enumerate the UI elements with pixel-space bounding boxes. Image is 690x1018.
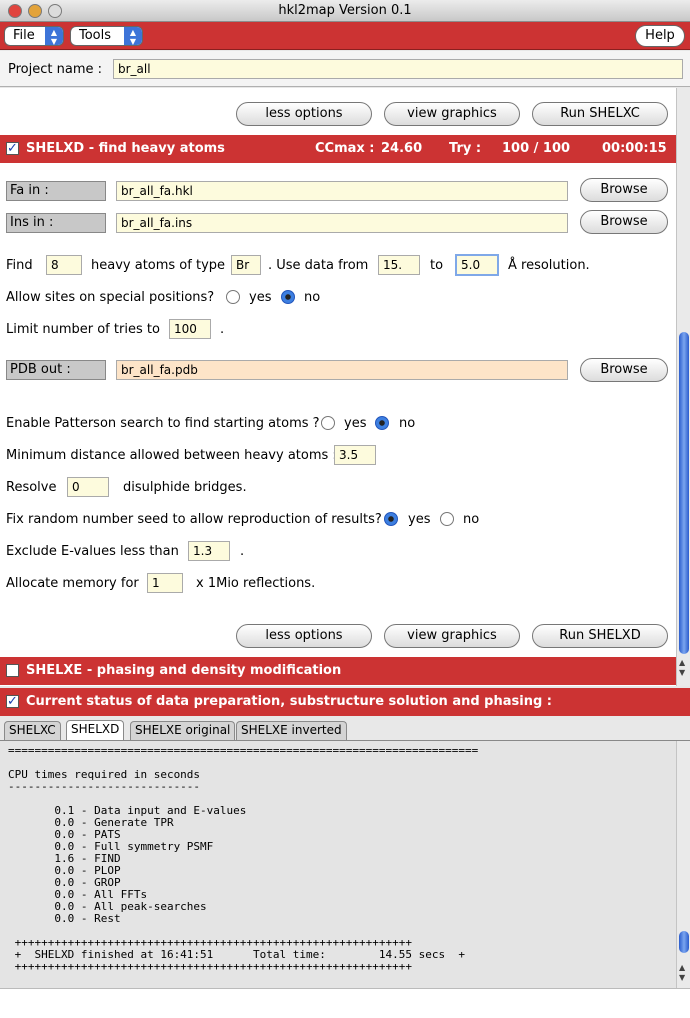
pdb-browse-button[interactable]: Browse <box>580 358 668 382</box>
main-scrollbar-thumb[interactable] <box>679 332 689 654</box>
scroll-arrows-icon[interactable]: ▲ ▼ <box>679 963 685 983</box>
special-positions-yes-radio[interactable] <box>226 290 240 304</box>
ins-in-label: Ins in : <box>6 213 106 233</box>
patterson-no-label: no <box>399 416 416 431</box>
seed-yes-label: yes <box>408 512 431 527</box>
close-window-icon[interactable] <box>8 4 22 18</box>
exclude-evalues-label: Exclude E-values less than <box>6 544 179 559</box>
updown-arrows-icon: ▲ ▼ <box>124 27 142 46</box>
find-label: Find <box>6 258 33 273</box>
tab-shelxe-inverted[interactable]: SHELXE inverted <box>236 721 347 740</box>
log-text: ========================================… <box>8 744 479 973</box>
limit-tries-input[interactable]: 100 <box>169 319 211 339</box>
run-shelxc-button[interactable]: Run SHELXC <box>532 102 668 126</box>
patterson-no-radio[interactable] <box>375 416 389 430</box>
shelxd-title: SHELXD - find heavy atoms <box>26 141 225 156</box>
resolve-input[interactable]: 0 <box>67 477 109 497</box>
memory-suffix: x 1Mio reflections. <box>196 576 316 591</box>
elapsed-time: 00:00:15 <box>602 141 667 156</box>
minimize-window-icon[interactable] <box>28 4 42 18</box>
log-tabs: SHELXC SHELXD SHELXE original SHELXE inv… <box>0 718 690 740</box>
fa-in-label: Fa in : <box>6 181 106 201</box>
memory-input[interactable]: 1 <box>147 573 183 593</box>
shelxd-header: ✓ SHELXD - find heavy atoms CCmax : 24.6… <box>0 135 676 163</box>
shelxe-header: SHELXE - phasing and density modificatio… <box>0 657 676 685</box>
ccmax-label: CCmax : <box>315 141 375 156</box>
exclude-evalues-input[interactable]: 1.3 <box>188 541 230 561</box>
resolution-to-input[interactable]: 5.0 <box>455 254 499 276</box>
main-scrollbar[interactable]: ▲ ▼ <box>676 88 690 686</box>
min-distance-input[interactable]: 3.5 <box>334 445 376 465</box>
project-name-input[interactable]: br_all <box>113 59 683 79</box>
help-button[interactable]: Help <box>635 25 685 47</box>
zoom-window-icon[interactable] <box>48 4 62 18</box>
patterson-yes-radio[interactable] <box>321 416 335 430</box>
ccmax-value: 24.60 <box>381 141 423 156</box>
shelxd-checkbox[interactable]: ✓ <box>6 142 19 155</box>
status-checkbox[interactable]: ✓ <box>6 695 19 708</box>
shelxe-title: SHELXE - phasing and density modificatio… <box>26 663 342 678</box>
resolution-from-input[interactable]: 15. <box>378 255 420 275</box>
resolution-label: Å resolution. <box>508 258 590 273</box>
tab-shelxc[interactable]: SHELXC <box>4 721 61 740</box>
scroll-arrows-icon[interactable]: ▲ ▼ <box>679 658 685 678</box>
file-menu[interactable]: File ▲ ▼ <box>4 26 64 46</box>
special-no-label: no <box>304 290 321 305</box>
shelxd-view-graphics-button[interactable]: view graphics <box>384 624 520 648</box>
random-seed-label: Fix random number seed to allow reproduc… <box>6 512 382 527</box>
find-count-input[interactable]: 8 <box>46 255 82 275</box>
limit-tries-suffix: . <box>220 322 225 337</box>
random-seed-yes-radio[interactable] <box>384 512 398 526</box>
shelxc-less-options-button[interactable]: less options <box>236 102 372 126</box>
heavy-atoms-label: heavy atoms of type <box>91 258 226 273</box>
project-row: Project name : br_all <box>0 51 690 87</box>
shelxd-less-options-button[interactable]: less options <box>236 624 372 648</box>
shelxc-view-graphics-button[interactable]: view graphics <box>384 102 520 126</box>
project-name-label: Project name : <box>8 62 102 77</box>
use-data-label: . Use data from <box>268 258 369 273</box>
pdb-out-label: PDB out : <box>6 360 106 380</box>
updown-arrows-icon: ▲ ▼ <box>45 27 63 46</box>
special-positions-no-radio[interactable] <box>281 290 295 304</box>
log-output: ========================================… <box>0 740 690 988</box>
atom-type-input[interactable]: Br <box>231 255 261 275</box>
to-label: to <box>430 258 444 273</box>
resolve-label: Resolve <box>6 480 57 495</box>
special-yes-label: yes <box>249 290 272 305</box>
disulphide-label: disulphide bridges. <box>123 480 247 495</box>
run-shelxd-button[interactable]: Run SHELXD <box>532 624 668 648</box>
bottom-bar <box>0 988 690 1018</box>
ins-in-input[interactable]: br_all_fa.ins <box>116 213 568 233</box>
patterson-yes-label: yes <box>344 416 367 431</box>
try-value: 100 / 100 <box>502 141 571 156</box>
tools-menu-label: Tools <box>79 28 112 43</box>
log-scrollbar[interactable]: ▲ ▼ <box>676 741 690 988</box>
menubar: File ▲ ▼ Tools ▲ ▼ Help <box>0 22 690 50</box>
fa-browse-button[interactable]: Browse <box>580 178 668 202</box>
try-label: Try : <box>449 141 482 156</box>
random-seed-no-radio[interactable] <box>440 512 454 526</box>
tab-shelxe-original[interactable]: SHELXE original <box>130 721 236 740</box>
window-title: hkl2map Version 0.1 <box>278 3 412 18</box>
fa-in-input[interactable]: br_all_fa.hkl <box>116 181 568 201</box>
status-header: ✓ Current status of data preparation, su… <box>0 688 690 716</box>
log-scrollbar-thumb[interactable] <box>679 931 689 953</box>
pdb-out-input[interactable]: br_all_fa.pdb <box>116 360 568 380</box>
shelxe-checkbox[interactable] <box>6 664 19 677</box>
seed-no-label: no <box>463 512 480 527</box>
tools-menu[interactable]: Tools ▲ ▼ <box>70 26 143 46</box>
main-panel: less options view graphics Run SHELXC ✓ … <box>0 88 676 686</box>
special-positions-label: Allow sites on special positions? <box>6 290 215 305</box>
exclude-suffix: . <box>240 544 245 559</box>
patterson-label: Enable Patterson search to find starting… <box>6 416 320 431</box>
window-titlebar: hkl2map Version 0.1 <box>0 0 690 22</box>
file-menu-label: File <box>13 28 35 43</box>
status-title: Current status of data preparation, subs… <box>26 694 552 709</box>
allocate-memory-label: Allocate memory for <box>6 576 139 591</box>
min-distance-label: Minimum distance allowed between heavy a… <box>6 448 337 463</box>
tab-shelxd[interactable]: SHELXD <box>66 720 125 740</box>
limit-tries-label: Limit number of tries to <box>6 322 160 337</box>
ins-browse-button[interactable]: Browse <box>580 210 668 234</box>
